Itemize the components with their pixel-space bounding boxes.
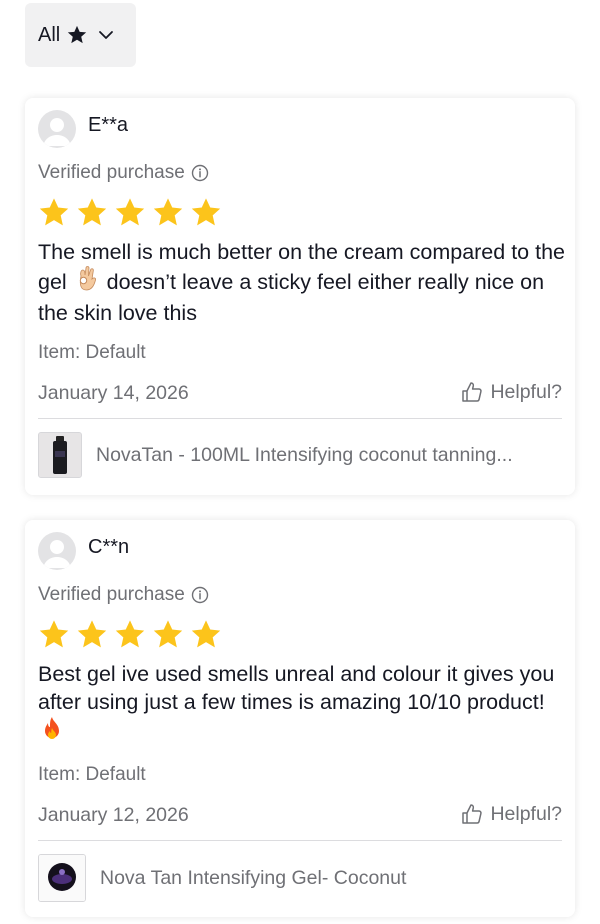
star-rating bbox=[37, 619, 223, 649]
review-date: January 12, 2026 bbox=[38, 804, 189, 826]
rating-filter-dropdown[interactable]: All bbox=[25, 3, 136, 67]
divider bbox=[38, 418, 562, 419]
star-icon bbox=[37, 619, 71, 649]
review-text-part: Best gel ive used smells unreal and colo… bbox=[38, 662, 555, 714]
star-icon bbox=[189, 619, 223, 649]
reviewer-name: C**n bbox=[88, 536, 130, 558]
star-icon bbox=[75, 197, 109, 227]
star-icon bbox=[66, 24, 88, 46]
divider bbox=[38, 840, 562, 841]
star-icon bbox=[113, 197, 147, 227]
reviewer-name: E**a bbox=[88, 114, 129, 136]
star-rating bbox=[37, 197, 223, 227]
helpful-label: Helpful? bbox=[490, 802, 562, 825]
helpful-button[interactable]: Helpful? bbox=[460, 802, 562, 826]
helpful-button[interactable]: Helpful? bbox=[460, 380, 562, 404]
item-variant: Item: Default bbox=[38, 764, 146, 785]
verified-purchase-label: Verified purchase bbox=[38, 584, 209, 606]
review-text: Best gel ive used smells unreal and colo… bbox=[38, 660, 568, 749]
avatar bbox=[38, 532, 76, 570]
helpful-label: Helpful? bbox=[490, 380, 562, 403]
thumbs-up-icon bbox=[460, 380, 484, 404]
ok-hand-emoji bbox=[75, 266, 99, 299]
review-text-part: doesn’t leave a sticky feel either reall… bbox=[38, 270, 545, 325]
filter-label: All bbox=[38, 23, 61, 46]
star-icon bbox=[113, 619, 147, 649]
review-card: C**n Verified purchase Best gel ive used… bbox=[25, 520, 575, 917]
info-icon[interactable] bbox=[191, 164, 209, 182]
thumbs-up-icon bbox=[460, 802, 484, 826]
fire-emoji bbox=[40, 716, 64, 749]
review-date: January 14, 2026 bbox=[38, 382, 189, 404]
info-icon[interactable] bbox=[191, 586, 209, 604]
verified-text: Verified purchase bbox=[38, 584, 185, 605]
star-icon bbox=[37, 197, 71, 227]
product-thumbnail bbox=[38, 854, 86, 902]
review-text: The smell is much better on the cream co… bbox=[38, 238, 568, 327]
star-icon bbox=[189, 197, 223, 227]
verified-text: Verified purchase bbox=[38, 162, 185, 183]
product-link[interactable]: NovaTan - 100ML Intensifying coconut tan… bbox=[38, 432, 513, 478]
product-name: NovaTan - 100ML Intensifying coconut tan… bbox=[96, 443, 513, 466]
chevron-down-icon bbox=[97, 26, 115, 44]
item-variant: Item: Default bbox=[38, 342, 146, 363]
review-card: E**a Verified purchase The smell is much… bbox=[25, 98, 575, 495]
verified-purchase-label: Verified purchase bbox=[38, 162, 209, 184]
product-thumbnail bbox=[38, 432, 82, 478]
product-name: Nova Tan Intensifying Gel- Coconut bbox=[100, 866, 407, 889]
product-link[interactable]: Nova Tan Intensifying Gel- Coconut bbox=[38, 854, 406, 902]
avatar bbox=[38, 110, 76, 148]
star-icon bbox=[151, 619, 185, 649]
star-icon bbox=[75, 619, 109, 649]
star-icon bbox=[151, 197, 185, 227]
